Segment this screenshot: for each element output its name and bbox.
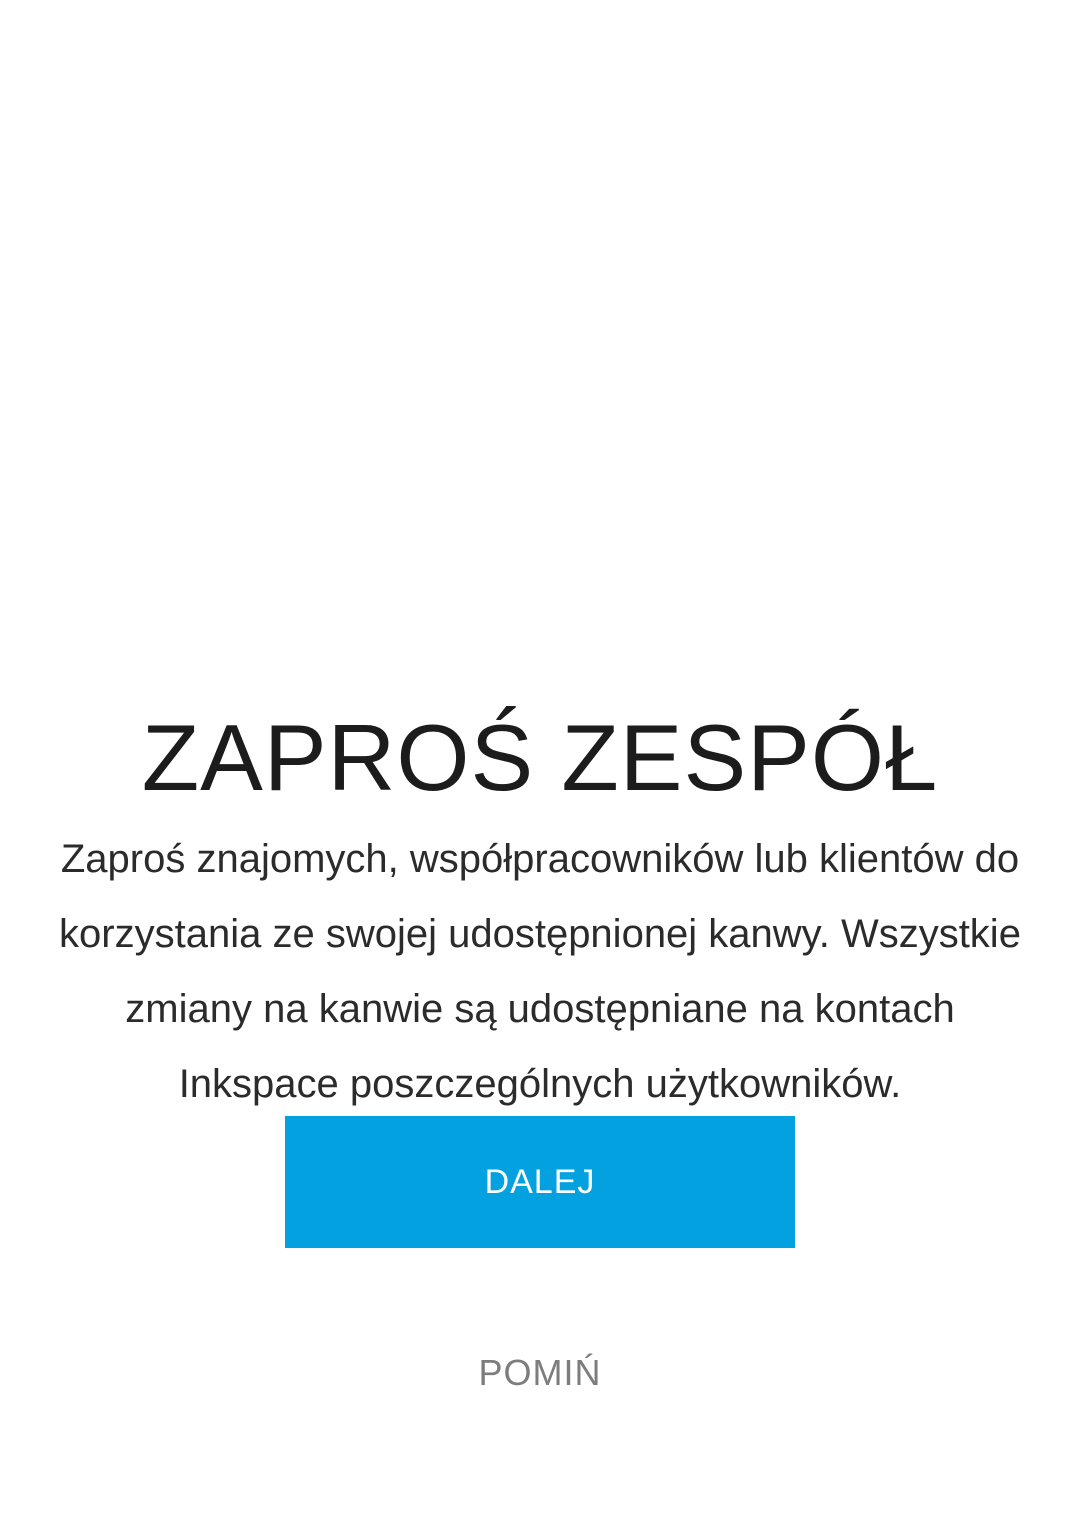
invite-team-screen: ZAPROŚ ZESPÓŁ Zaproś znajomych, współpra… <box>0 0 1080 1533</box>
skip-button[interactable]: POMIŃ <box>390 1340 690 1406</box>
page-title: ZAPROŚ ZESPÓŁ <box>141 704 939 810</box>
invite-description: Zaproś znajomych, współpracowników lub k… <box>59 837 1021 1106</box>
skip-button-label: POMIŃ <box>478 1352 602 1393</box>
next-button[interactable]: DALEJ <box>285 1116 795 1248</box>
next-button-label: DALEJ <box>484 1162 596 1201</box>
